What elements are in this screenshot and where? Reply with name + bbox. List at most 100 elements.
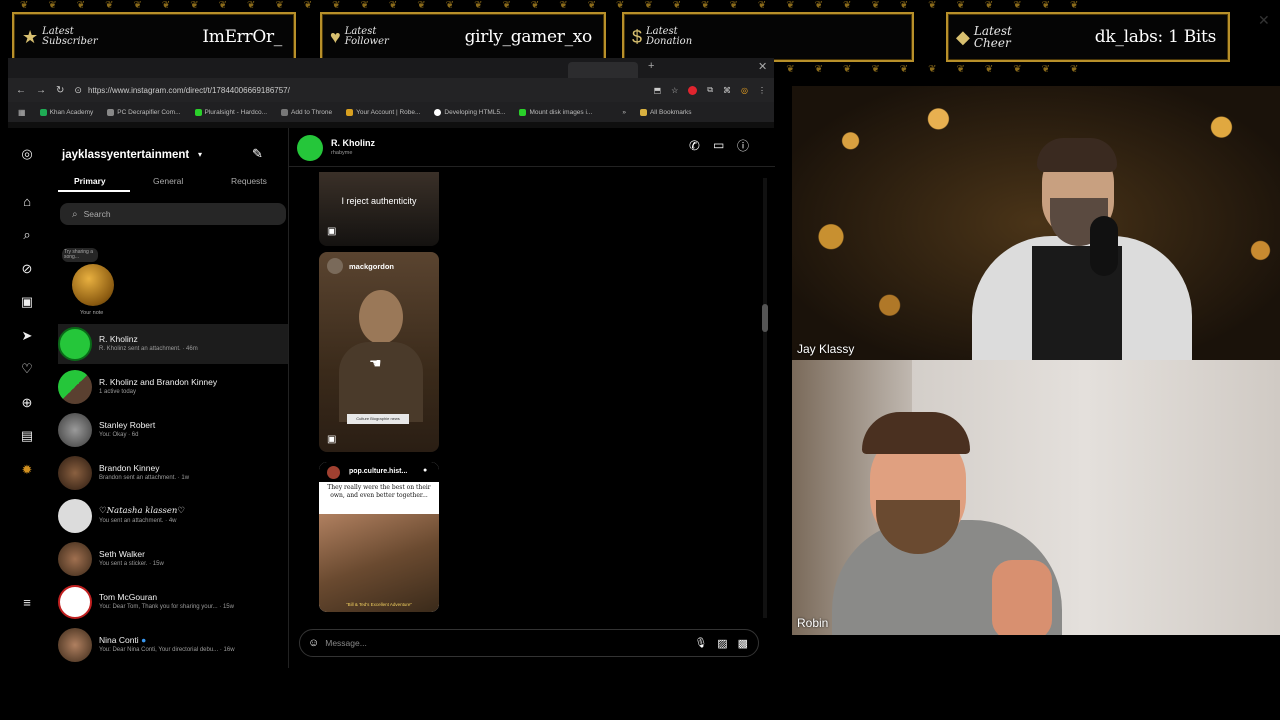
alert-label: Latest Donation [646,26,693,47]
new-tab-icon[interactable]: + [648,60,654,72]
your-note-avatar[interactable] [72,264,114,306]
apps-icon[interactable]: ▦ [18,108,26,117]
chat-title[interactable]: R. Kholinz [331,138,375,148]
home-icon[interactable]: ⌂ [19,194,35,210]
conversation-name: R. Kholinz and Brandon Kinney [99,377,218,387]
conversation-row[interactable]: Seth Walker You sent a sticker. · 15w [58,539,286,579]
close-icon[interactable]: ✕ [1258,12,1270,29]
scrollbar-track[interactable] [763,178,767,618]
shared-reel[interactable]: mackgordon ☚ Culture Biographie news ▣ [319,252,439,452]
close-icon[interactable]: ✕ [758,60,767,73]
chevron-down-icon[interactable]: ▾ [198,150,202,159]
microphone [1090,216,1118,276]
tab-general[interactable]: General [153,176,183,186]
conversation-preview: R. Kholinz sent an attachment. · 46m [99,346,198,352]
note-bubble[interactable]: Try sharing a song... [62,248,98,262]
tab-requests[interactable]: Requests [231,176,267,186]
notifications-icon[interactable]: ♡ [19,361,35,377]
avatar[interactable] [297,135,323,161]
avatar [58,456,92,490]
reel-icon: ▣ [327,226,337,237]
back-icon[interactable]: ← [16,85,26,96]
phone-icon[interactable]: ✆ [689,138,700,154]
browser-window: + ✕ ← → ↻ ⊙ https://www.instagram.com/di… [8,58,775,668]
bookmark-throne[interactable]: Add to Throne [281,108,332,116]
create-icon[interactable]: ⊕ [19,395,35,411]
sticker-icon[interactable]: ▩ [738,637,748,650]
conversation-name: Nina Conti ● [99,635,147,645]
explore-icon[interactable]: ⊘ [19,261,35,277]
star-icon[interactable]: ☆ [671,86,678,95]
reels-icon[interactable]: ▣ [19,294,35,310]
search-icon[interactable]: ⌕ [19,227,35,243]
person-hand [992,560,1052,635]
scrollbar-thumb[interactable] [762,304,768,332]
person-face [359,290,403,344]
avatar [58,370,92,404]
chevron-right-icon[interactable]: » [622,109,626,116]
shared-post[interactable]: pop.culture.hist... ● They really were t… [319,462,439,612]
bookmark-mount-disk[interactable]: Mount disk images i... [519,108,592,116]
bookmark-pluralsight[interactable]: Pluralsight - Hardco... [194,108,267,116]
star-icon: ★ [22,26,39,47]
avatar [58,628,92,662]
conversation-preview: Brandon sent an attachment. · 1w [99,475,190,481]
webcam-robin: Robin [792,360,1280,635]
microphone-icon[interactable]: 🎙 [694,638,707,649]
forward-icon[interactable]: → [36,85,46,96]
avatar [58,542,92,576]
avatar [327,258,343,274]
dashboard-icon[interactable]: ▤ [19,428,35,444]
tab-primary[interactable]: Primary [74,176,106,186]
account-name[interactable]: jayklassyentertainment [62,149,189,161]
bookmark-html5[interactable]: Developing HTML5... [434,108,505,116]
conversation-name: R. Kholinz [99,334,138,344]
messages-icon[interactable]: ➤ [19,328,35,344]
conversation-name: ♡Natasha klassen♡ [99,506,186,516]
verified-icon: ● [423,467,428,474]
site-info-icon[interactable]: ⊙ [74,85,82,96]
tab-bar[interactable]: + ✕ [8,58,774,78]
active-tab[interactable] [568,62,638,78]
reel-caption: Culture Biographie news [347,414,409,424]
reload-icon[interactable]: ↻ [56,85,64,96]
new-message-icon[interactable]: ✎ [252,146,263,162]
bookmark-account[interactable]: Your Account | Robe... [346,108,420,116]
instagram-logo-icon[interactable]: ◎ [19,146,35,162]
video-call-icon[interactable]: ▭ [713,138,724,152]
install-icon[interactable]: ⬒ [654,86,662,95]
conversation-row[interactable]: R. Kholinz and Brandon Kinney 1 active to… [58,367,286,407]
diamond-icon: ◆ [956,26,970,47]
conversation-row[interactable]: R. Kholinz R. Kholinz sent an attachment.… [58,324,286,364]
conversation-row[interactable]: Stanley Robert You: Okay · 6d [58,410,286,450]
emoji-icon[interactable]: ☺ [308,637,319,649]
all-bookmarks[interactable]: All Bookmarks [639,108,692,116]
latest-donation-alert: $ Latest Donation [622,12,914,62]
menu-icon[interactable]: ≡ [19,595,35,611]
url-text[interactable]: https://www.instagram.com/direct/t/17844… [88,86,290,95]
bookmark-khan-academy[interactable]: Khan Academy [39,108,93,116]
latest-subscriber-alert: ★ Latest Subscriber ImErrOr_ [12,12,296,62]
puzzle-icon[interactable]: ⧉ [707,85,713,95]
search-input[interactable]: ⌕ Search [60,203,286,225]
extension-icon[interactable] [688,85,698,95]
your-note-label: Your note [80,310,104,316]
image-icon[interactable]: ▨ [717,637,727,650]
conversation-row[interactable]: Nina Conti ● You: Dear Nina Conti, Your d… [58,625,286,665]
message-input[interactable]: ☺ Message... 🎙 ▨ ▩ [299,629,759,657]
conversation-row[interactable]: Tom McGouran You: Dear Tom, Thank you for… [58,582,286,622]
profile-icon[interactable]: ◎ [741,86,748,95]
extension-icon[interactable]: ⌘ [723,86,731,95]
bookmark-pc-decrapifier[interactable]: PC Decrapifier Com... [107,108,181,116]
post-author: pop.culture.hist... [349,468,408,475]
profile-icon[interactable]: ✹ [19,462,35,478]
menu-dots-icon[interactable]: ⋮ [758,86,766,95]
conversation-name: Seth Walker [99,549,145,559]
url-bar[interactable]: ← → ↻ ⊙ https://www.instagram.com/direct… [8,78,774,102]
conversation-row[interactable]: ♡Natasha klassen♡ You sent an attachment.… [58,496,286,536]
info-icon[interactable]: ⓘ [737,137,749,154]
alert-value: ImErrOr_ [202,27,282,47]
conversation-row[interactable]: Brandon Kinney Brandon sent an attachment… [58,453,286,493]
shared-reel[interactable]: I reject authenticity ▣ [319,172,439,246]
tab-underline [58,190,130,192]
